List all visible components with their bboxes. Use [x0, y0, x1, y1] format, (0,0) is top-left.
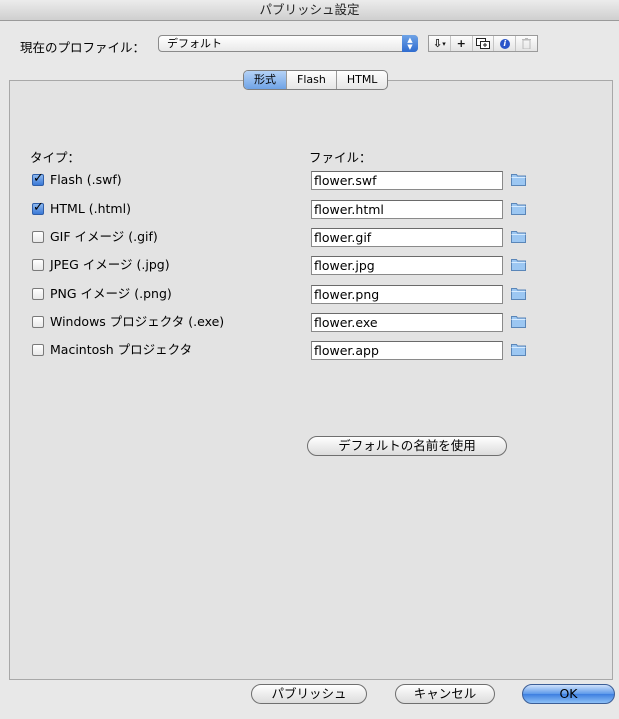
select-arrows-icon: ▲ ▼ — [402, 35, 418, 52]
import-export-icon[interactable]: ⇩ ▾ — [429, 36, 451, 51]
file-field-swf[interactable] — [311, 171, 503, 190]
add-icon[interactable]: + — [451, 36, 473, 51]
folder-icon[interactable] — [511, 314, 526, 328]
format-panel — [9, 80, 613, 680]
tab-html[interactable]: HTML — [337, 71, 388, 89]
folder-icon[interactable] — [511, 257, 526, 271]
checkbox-app[interactable] — [32, 344, 44, 356]
checkbox-jpg[interactable] — [32, 259, 44, 271]
format-row-exe: Windows プロジェクタ (.exe) — [0, 313, 619, 334]
tab-format[interactable]: 形式 — [244, 71, 287, 89]
format-row-gif: GIF イメージ (.gif) — [0, 228, 619, 249]
checkbox-swf[interactable] — [32, 171, 44, 186]
checkbox-html[interactable] — [32, 200, 44, 215]
format-label: HTML (.html) — [50, 201, 131, 216]
format-row-html: HTML (.html) — [0, 200, 619, 221]
folder-icon[interactable] — [511, 229, 526, 243]
info-icon[interactable]: i — [494, 36, 517, 51]
tab-flash[interactable]: Flash — [287, 71, 337, 89]
format-label: Flash (.swf) — [50, 172, 122, 187]
use-default-names-button[interactable]: デフォルトの名前を使用 — [307, 436, 507, 456]
trash-icon[interactable] — [516, 36, 537, 51]
format-label: PNG イメージ (.png) — [50, 286, 172, 301]
format-row-png: PNG イメージ (.png) — [0, 285, 619, 306]
settings-tabs: 形式 Flash HTML — [243, 70, 389, 90]
cancel-button[interactable]: キャンセル — [395, 684, 495, 704]
ok-button[interactable]: OK — [522, 684, 615, 704]
format-label: JPEG イメージ (.jpg) — [50, 257, 170, 272]
folder-icon[interactable] — [511, 201, 526, 215]
format-row-swf: Flash (.swf) — [0, 171, 619, 192]
duplicate-icon[interactable] — [473, 36, 495, 51]
folder-icon[interactable] — [511, 342, 526, 356]
file-field-exe[interactable] — [311, 313, 503, 332]
file-column-header: ファイル： — [309, 150, 372, 165]
publish-button[interactable]: パブリッシュ — [251, 684, 367, 704]
profile-select[interactable]: デフォルト ▲ ▼ — [158, 35, 418, 52]
checkbox-png[interactable] — [32, 288, 44, 300]
checkbox-gif[interactable] — [32, 231, 44, 243]
profile-toolbar: ⇩ ▾ + i — [428, 35, 538, 52]
format-label: Windows プロジェクタ (.exe) — [50, 314, 225, 329]
window-title: パブリッシュ設定 — [0, 0, 619, 21]
file-field-jpg[interactable] — [311, 256, 503, 275]
format-row-app: Macintosh プロジェクタ — [0, 341, 619, 362]
file-field-gif[interactable] — [311, 228, 503, 247]
file-field-app[interactable] — [311, 341, 503, 360]
format-row-jpg: JPEG イメージ (.jpg) — [0, 256, 619, 277]
profile-row: 現在のプロファイル： デフォルト ▲ ▼ ⇩ ▾ + i — [0, 34, 619, 56]
profile-select-value: デフォルト — [167, 37, 222, 50]
file-field-png[interactable] — [311, 285, 503, 304]
format-label: GIF イメージ (.gif) — [50, 229, 158, 244]
checkbox-exe[interactable] — [32, 316, 44, 328]
file-field-html[interactable] — [311, 200, 503, 219]
type-column-header: タイプ： — [30, 150, 81, 165]
profile-label: 現在のプロファイル： — [20, 40, 146, 55]
format-label: Macintosh プロジェクタ — [50, 342, 193, 357]
folder-icon[interactable] — [511, 172, 526, 186]
folder-icon[interactable] — [511, 286, 526, 300]
